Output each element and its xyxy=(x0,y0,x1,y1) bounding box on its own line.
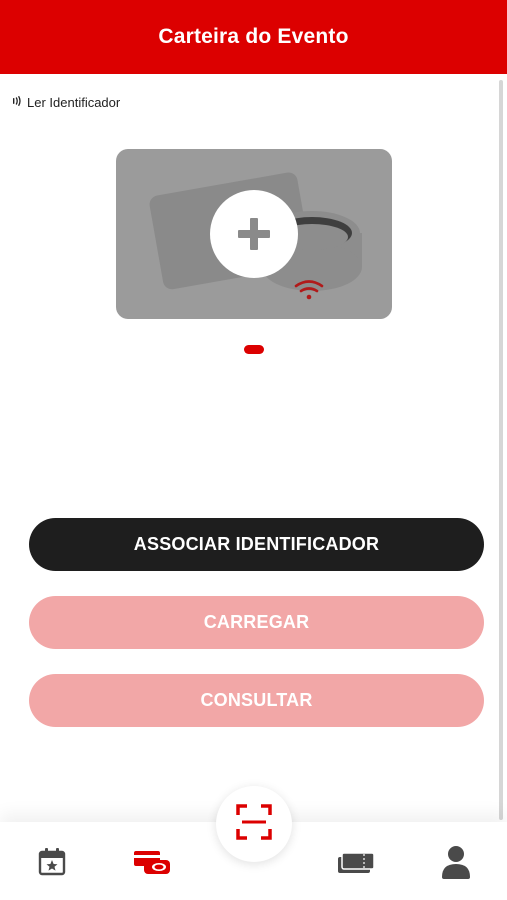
read-identifier-link[interactable]: Ler Identificador xyxy=(12,93,120,111)
app-header: Carteira do Evento xyxy=(0,0,507,74)
card-ring-illustration xyxy=(149,172,362,300)
calendar-star-icon xyxy=(36,846,68,883)
read-identifier-label: Ler Identificador xyxy=(27,94,121,110)
qr-scan-icon xyxy=(235,803,273,846)
page-title: Carteira do Evento xyxy=(158,25,349,48)
check-balance-label: CONSULTAR xyxy=(200,690,313,710)
nfc-signal-icon xyxy=(12,95,24,110)
load-label: CARREGAR xyxy=(203,612,310,632)
check-balance-button[interactable]: CONSULTAR xyxy=(29,674,484,727)
wallet-cards-icon xyxy=(132,846,172,883)
load-button[interactable]: CARREGAR xyxy=(29,596,484,649)
nav-wallet[interactable] xyxy=(132,846,172,882)
scan-button[interactable] xyxy=(216,786,292,862)
identifier-carousel-slide[interactable] xyxy=(116,149,392,319)
associate-identifier-label: ASSOCIAR IDENTIFICADOR xyxy=(133,534,380,554)
nav-events[interactable] xyxy=(32,846,72,882)
nav-tickets[interactable] xyxy=(336,846,376,882)
nav-profile[interactable] xyxy=(436,844,476,885)
carousel-indicator-active[interactable] xyxy=(244,345,264,354)
user-icon xyxy=(440,844,472,885)
tickets-icon xyxy=(336,846,376,883)
scrollbar[interactable] xyxy=(499,80,503,820)
associate-identifier-button[interactable]: ASSOCIAR IDENTIFICADOR xyxy=(29,518,484,571)
